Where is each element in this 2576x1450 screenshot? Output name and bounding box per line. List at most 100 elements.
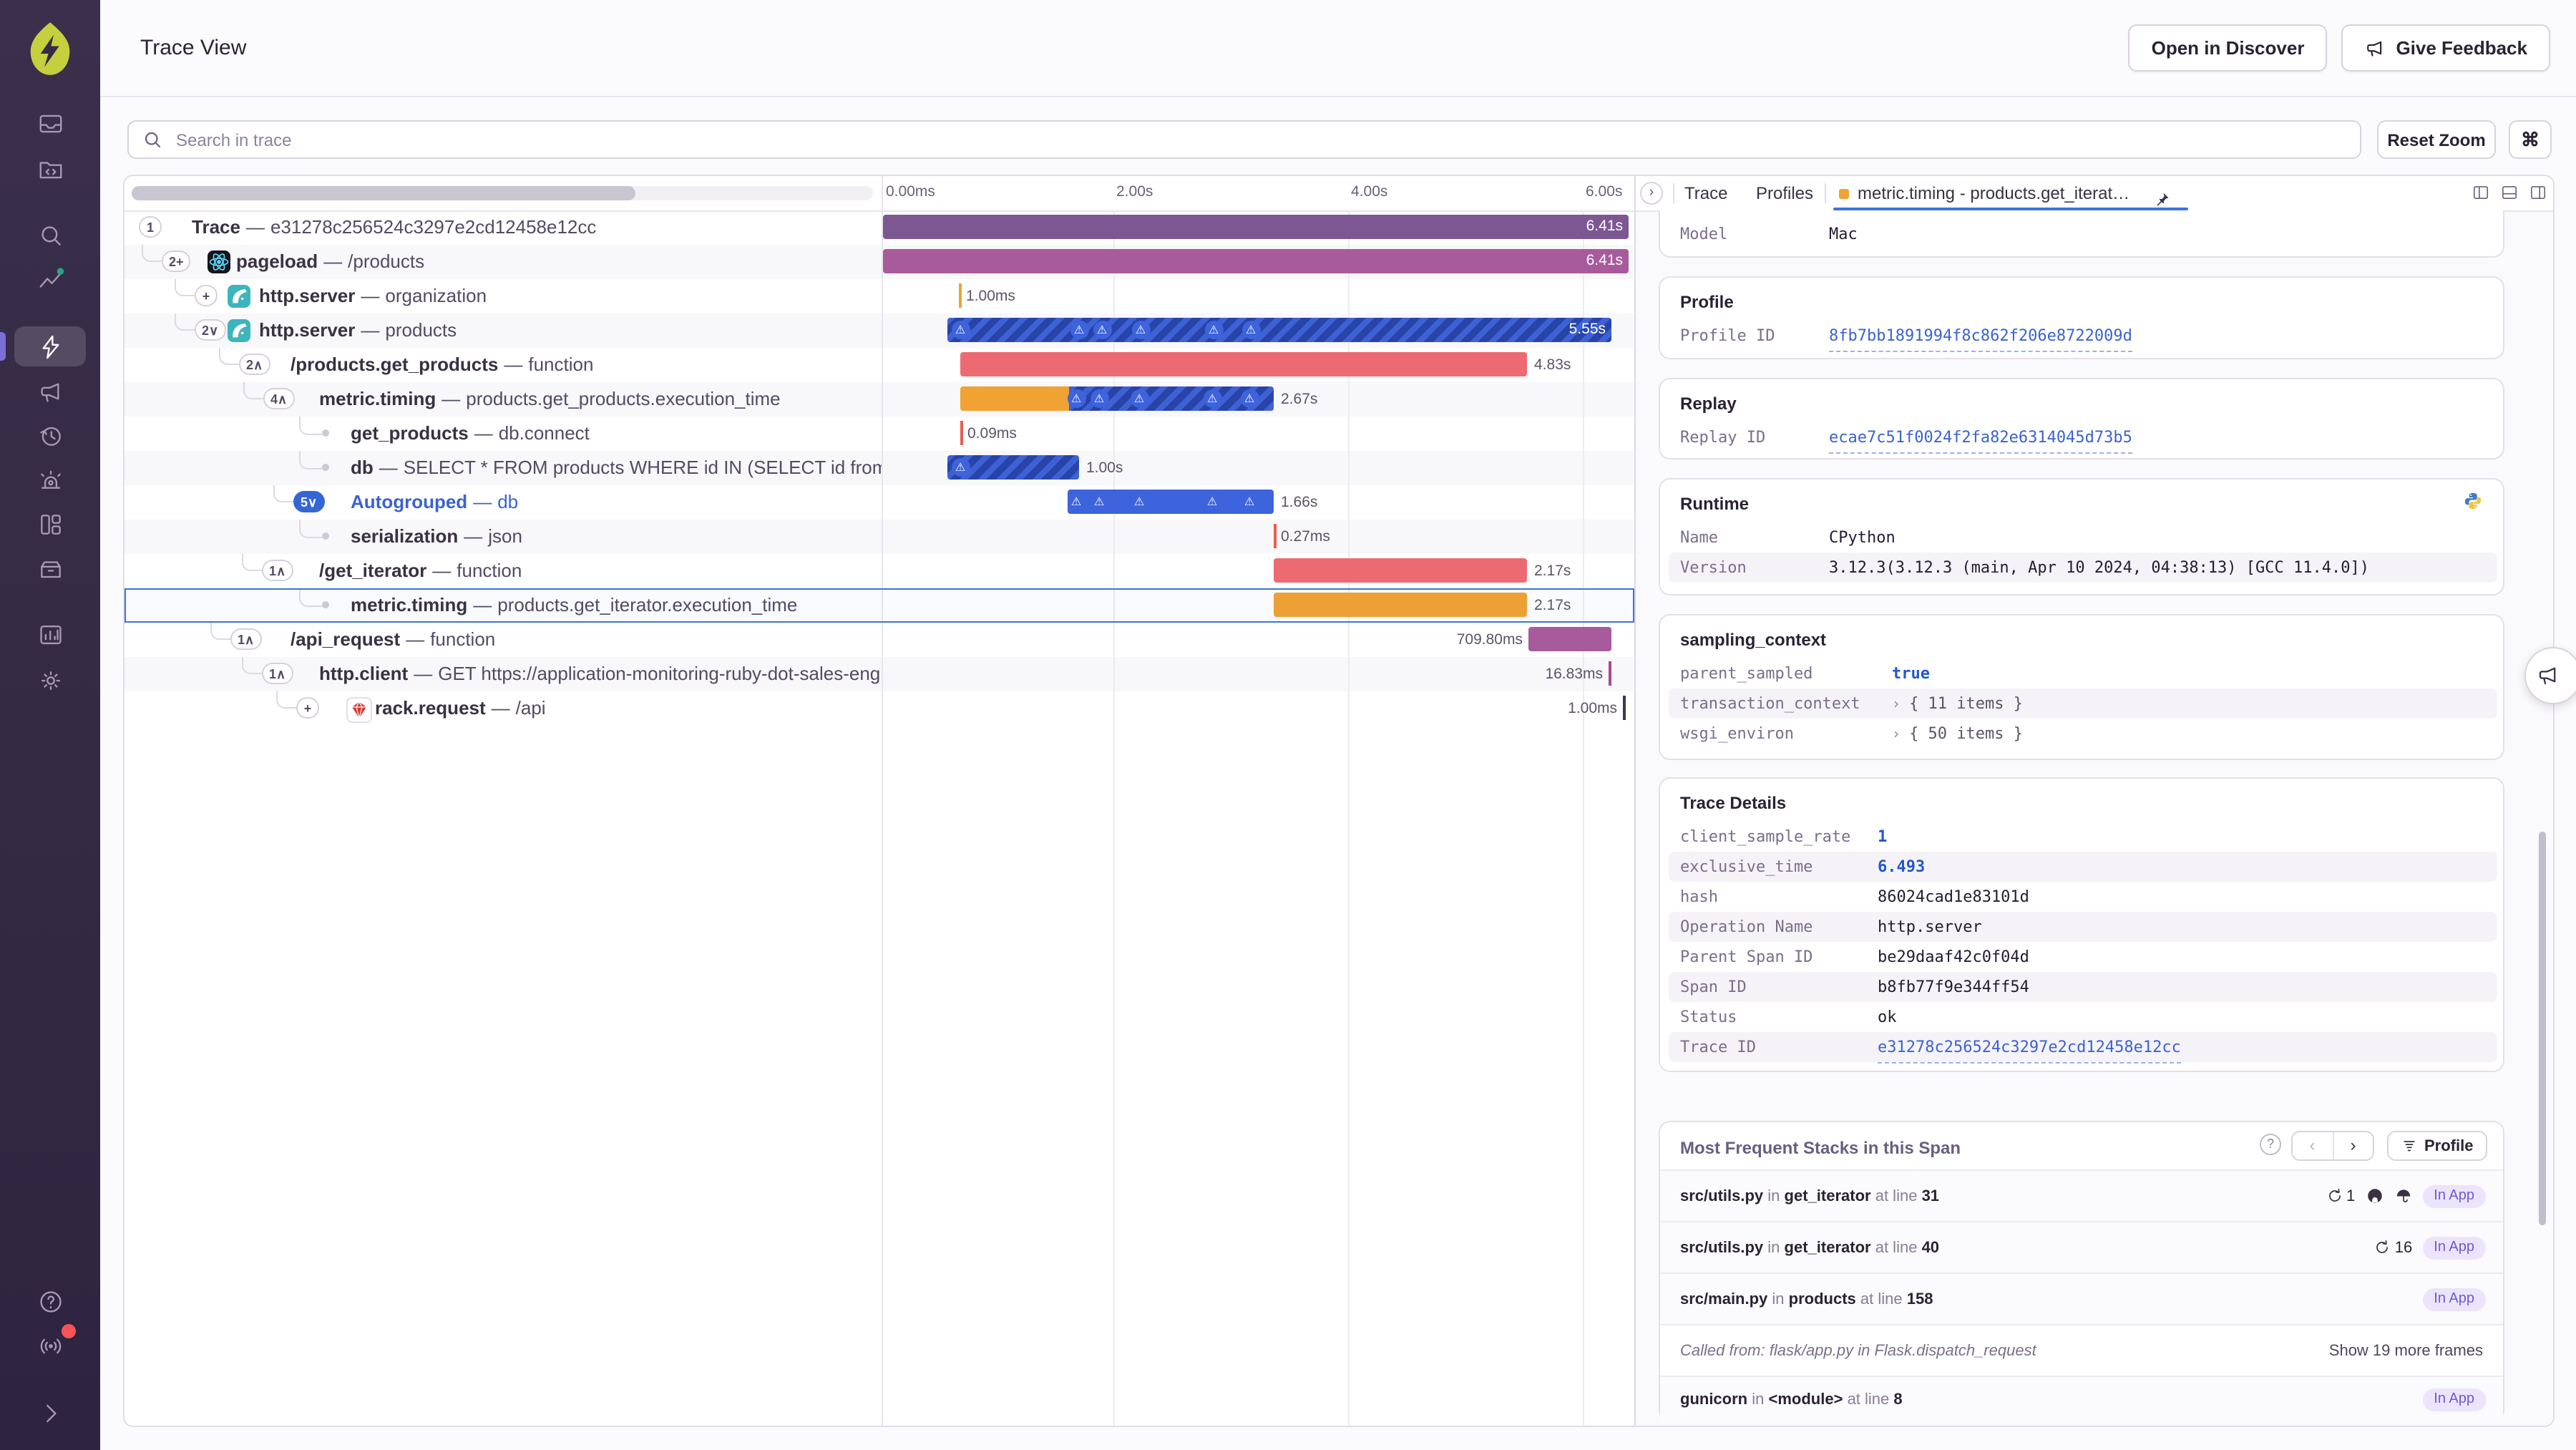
github-icon[interactable] bbox=[2365, 1187, 2384, 1205]
tab-trace[interactable]: Trace bbox=[1684, 176, 1727, 210]
next-stack-icon[interactable]: › bbox=[2333, 1132, 2373, 1159]
span-children-badge[interactable]: 2+ bbox=[162, 250, 191, 271]
minimap-thumb[interactable] bbox=[132, 186, 635, 200]
sidebar-item-performance[interactable] bbox=[0, 326, 86, 366]
span-children-badge[interactable]: + bbox=[195, 284, 218, 306]
span-row--api-request[interactable]: 1∧ /api_request — function bbox=[125, 622, 882, 656]
span-bar[interactable] bbox=[1274, 558, 1527, 583]
drawer-scrollbar[interactable] bbox=[2539, 832, 2546, 1225]
span-row--products-get-products[interactable]: 2∧ /products.get_products — function bbox=[125, 347, 882, 381]
layout-right-icon[interactable] bbox=[2529, 183, 2547, 202]
span-bar-cell[interactable]: 4.83s bbox=[882, 347, 1634, 381]
span-warning-icon[interactable]: ⚠ bbox=[1093, 321, 1111, 339]
span-warning-icon[interactable]: ⚠ bbox=[951, 321, 970, 339]
span-warning-icon[interactable]: ⚠ bbox=[1067, 492, 1085, 511]
span-tick[interactable] bbox=[1609, 661, 1611, 686]
span-children-badge[interactable]: 1∧ bbox=[230, 628, 262, 649]
span-bar[interactable] bbox=[960, 386, 1069, 411]
sidebar-item-help[interactable] bbox=[14, 1281, 86, 1321]
span-warning-icon[interactable]: ⚠ bbox=[1130, 389, 1148, 408]
sidebar-item-collapse[interactable] bbox=[14, 1393, 86, 1433]
sidebar-item-settings[interactable] bbox=[14, 660, 86, 700]
floating-feedback-button[interactable] bbox=[2524, 647, 2576, 704]
give-feedback-button[interactable]: Give Feedback bbox=[2341, 24, 2550, 72]
stacks-called-from-row[interactable]: Called from: flask/app.py in Flask.dispa… bbox=[1660, 1324, 2503, 1376]
kv-value[interactable]: 8fb7bb1891994f8c862f206e8722009d bbox=[1829, 321, 2132, 352]
span-bar[interactable] bbox=[960, 352, 1527, 376]
span-row-http-client[interactable]: 1∧ http.client — GET https://application-mo… bbox=[125, 656, 882, 691]
span-tick[interactable] bbox=[960, 421, 963, 445]
span-warning-icon[interactable]: ⚠ bbox=[1131, 321, 1150, 339]
kv-value[interactable]: ›{ 11 items } bbox=[1892, 688, 2023, 720]
span-warning-icon[interactable]: ⚠ bbox=[1204, 321, 1223, 339]
span-warning-icon[interactable]: ⚠ bbox=[1090, 389, 1108, 408]
span-children-badge[interactable]: + bbox=[296, 696, 319, 718]
stack-frame-row[interactable]: src/utils.py in get_iterator at line 31 1… bbox=[1660, 1169, 2503, 1221]
span-row-pageload[interactable]: 2+ pageload —/products bbox=[125, 244, 882, 278]
sidebar-item-dashboards[interactable] bbox=[14, 504, 86, 544]
tab-profiles[interactable]: Profiles bbox=[1756, 176, 1813, 210]
help-icon[interactable]: ? bbox=[2260, 1134, 2281, 1155]
stack-frame-row[interactable]: src/utils.py in get_iterator at line 40 1… bbox=[1660, 1221, 2503, 1273]
span-children-badge[interactable]: 1∧ bbox=[262, 662, 293, 683]
span-bar-cell[interactable]: 5.55s ⚠ ⚠ ⚠ ⚠ ⚠ ⚠ bbox=[882, 313, 1634, 347]
span-bar-cell[interactable]: 0.27ms bbox=[882, 519, 1634, 553]
sidebar-item-releases[interactable] bbox=[14, 415, 86, 455]
span-bar-cell[interactable]: 0.09ms bbox=[882, 416, 1634, 450]
profile-button[interactable]: Profile bbox=[2387, 1131, 2488, 1161]
sentry-logo-icon[interactable] bbox=[20, 19, 80, 79]
span-bar-hatched[interactable]: 5.55s bbox=[947, 318, 1611, 342]
command-shortcut-button[interactable]: ⌘ bbox=[2509, 120, 2552, 159]
span-bar[interactable]: 6.41s bbox=[883, 249, 1629, 273]
span-bar[interactable] bbox=[1274, 593, 1527, 617]
span-row-get-products[interactable]: get_products — db.connect bbox=[125, 416, 882, 450]
span-row-db[interactable]: db — SELECT * FROM products WHERE id IN (S… bbox=[125, 450, 882, 485]
span-warning-icon[interactable]: ⚠ bbox=[1203, 492, 1221, 511]
kv-value[interactable]: e31278c256524c3297e2cd12458e12cc bbox=[1878, 1032, 2181, 1064]
span-bar-cell[interactable]: 2.17s bbox=[882, 553, 1634, 588]
span-row-trace[interactable]: 1 Trace — e31278c256524c3297e2cd12458e12cc bbox=[125, 210, 882, 244]
span-warning-icon[interactable]: ⚠ bbox=[1070, 321, 1088, 339]
span-children-badge[interactable]: 5∨ bbox=[293, 490, 325, 512]
span-tick[interactable] bbox=[1623, 696, 1626, 720]
codecov-icon[interactable] bbox=[2394, 1187, 2412, 1205]
span-tick[interactable] bbox=[1274, 524, 1277, 548]
span-warning-icon[interactable]: ⚠ bbox=[1067, 389, 1085, 408]
sidebar-item-alerts[interactable] bbox=[14, 461, 86, 501]
span-children-badge[interactable]: 2∧ bbox=[239, 353, 270, 374]
span-warning-icon[interactable]: ⚠ bbox=[1240, 389, 1259, 408]
kv-value[interactable]: ecae7c51f0024f2fa82e6314045d73b5 bbox=[1829, 422, 2132, 454]
span-bar-cell[interactable]: 16.83ms bbox=[882, 656, 1634, 691]
kv-value[interactable]: ›{ 50 items } bbox=[1892, 719, 2023, 750]
sidebar-item-issues[interactable] bbox=[14, 103, 86, 143]
stack-frame-row[interactable]: src/main.py in products at line 158 In Ap… bbox=[1660, 1273, 2503, 1324]
span-children-badge[interactable]: 1∧ bbox=[262, 559, 293, 580]
span-bar-cell[interactable]: 6.41s bbox=[882, 244, 1634, 278]
span-bar-cell[interactable]: 709.80ms bbox=[882, 622, 1634, 656]
span-bar-cell[interactable]: 6.41s bbox=[882, 210, 1634, 244]
span-warning-icon[interactable]: ⚠ bbox=[1130, 492, 1148, 511]
span-warning-icon[interactable]: ⚠ bbox=[1090, 492, 1108, 511]
span-tick[interactable] bbox=[959, 283, 962, 308]
span-row-http-server[interactable]: + http.server — organization bbox=[125, 278, 882, 313]
show-more-frames-link[interactable]: Show 19 more frames bbox=[2329, 1325, 2483, 1377]
span-bar-cell[interactable]: 1.00ms bbox=[882, 278, 1634, 313]
span-children-badge[interactable]: 1 bbox=[139, 215, 162, 237]
span-warning-icon[interactable]: ⚠ bbox=[1240, 492, 1259, 511]
span-bar-cell[interactable]: ⚠ 1.00s bbox=[882, 450, 1634, 485]
sidebar-item-stats[interactable] bbox=[14, 548, 86, 588]
drawer-collapse-icon[interactable]: › bbox=[1640, 182, 1663, 205]
span-bar-cell[interactable]: ⚠ ⚠ ⚠ ⚠ ⚠ 2.67s bbox=[882, 381, 1634, 416]
reset-zoom-button[interactable]: Reset Zoom bbox=[2377, 120, 2496, 159]
span-bar[interactable]: 6.41s bbox=[883, 215, 1629, 239]
span-row-metric-timing[interactable]: 4∧ metric.timing — products.get_products.ex… bbox=[125, 381, 882, 416]
span-warning-icon[interactable]: ⚠ bbox=[1203, 389, 1221, 408]
span-children-badge[interactable]: 4∧ bbox=[263, 387, 295, 409]
span-bar-cell[interactable]: 2.17s bbox=[882, 588, 1634, 622]
span-row-serialization[interactable]: serialization — json bbox=[125, 519, 882, 553]
open-in-discover-button[interactable]: Open in Discover bbox=[2128, 24, 2328, 72]
span-row-http-server[interactable]: 2∨ http.server — products bbox=[125, 313, 882, 347]
span-warning-icon[interactable]: ⚠ bbox=[1241, 321, 1260, 339]
search-input[interactable] bbox=[173, 128, 2347, 151]
sidebar-item-whats-new[interactable] bbox=[14, 1324, 86, 1366]
